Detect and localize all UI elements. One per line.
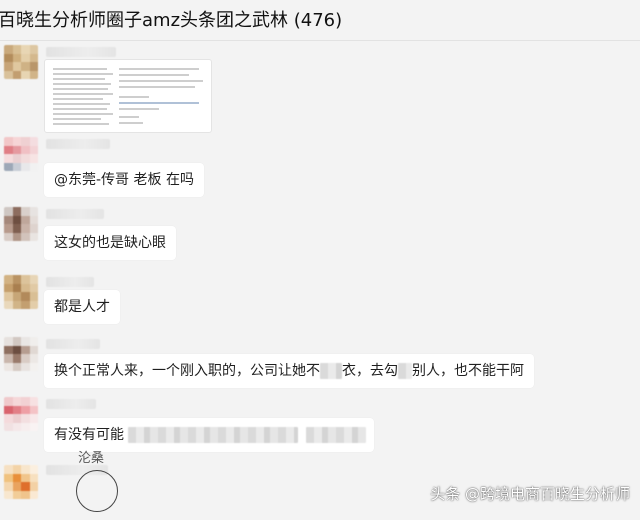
chat-title: 百晓生分析师圈子amz头条团之武林 (476) xyxy=(0,10,343,31)
message-bubble[interactable]: 都是人才 xyxy=(44,290,120,324)
message-text: 衣，去勾 xyxy=(342,363,398,379)
avatar[interactable] xyxy=(4,207,38,241)
sender-name xyxy=(46,47,116,57)
message-text: @东莞-传哥 老板 在吗 xyxy=(54,172,194,188)
message-bubble[interactable]: @东莞-传哥 老板 在吗 xyxy=(44,163,204,197)
image-message[interactable] xyxy=(44,59,212,133)
avatar[interactable] xyxy=(4,137,38,171)
message-text: 都是人才 xyxy=(54,299,110,315)
sender-name xyxy=(46,277,94,287)
sender-name xyxy=(46,399,96,409)
avatar[interactable] xyxy=(4,397,38,431)
sender-name xyxy=(46,209,104,219)
message-text: 这女的也是缺心眼 xyxy=(54,235,166,251)
redacted-text xyxy=(398,363,412,379)
sender-name xyxy=(46,139,110,149)
message-text: 换个正常人来，一个刚入职的，公司让她不 xyxy=(54,363,320,379)
avatar[interactable] xyxy=(4,465,38,499)
avatar[interactable] xyxy=(4,275,38,309)
message-bubble[interactable]: 换个正常人来，一个刚入职的，公司让她不 衣，去勾 别人，也不能干阿 xyxy=(44,354,534,388)
message-text: 有没有可能 xyxy=(54,427,124,443)
redacted-text xyxy=(128,427,298,443)
partial-message-text: 沦桑 xyxy=(78,451,105,466)
circle-outline-icon xyxy=(76,470,118,512)
chat-title-bar: 百晓生分析师圈子amz头条团之武林 (476) xyxy=(0,0,640,41)
avatar[interactable] xyxy=(4,337,38,371)
watermark: 头条 @跨境电商百晓生分析师 xyxy=(430,485,630,503)
redacted-text xyxy=(306,427,366,443)
redacted-text xyxy=(320,363,342,379)
message-bubble[interactable]: 这女的也是缺心眼 xyxy=(44,226,176,260)
message-text: 别人，也不能干阿 xyxy=(412,363,524,379)
sender-name xyxy=(46,339,100,349)
avatar[interactable] xyxy=(4,45,38,79)
